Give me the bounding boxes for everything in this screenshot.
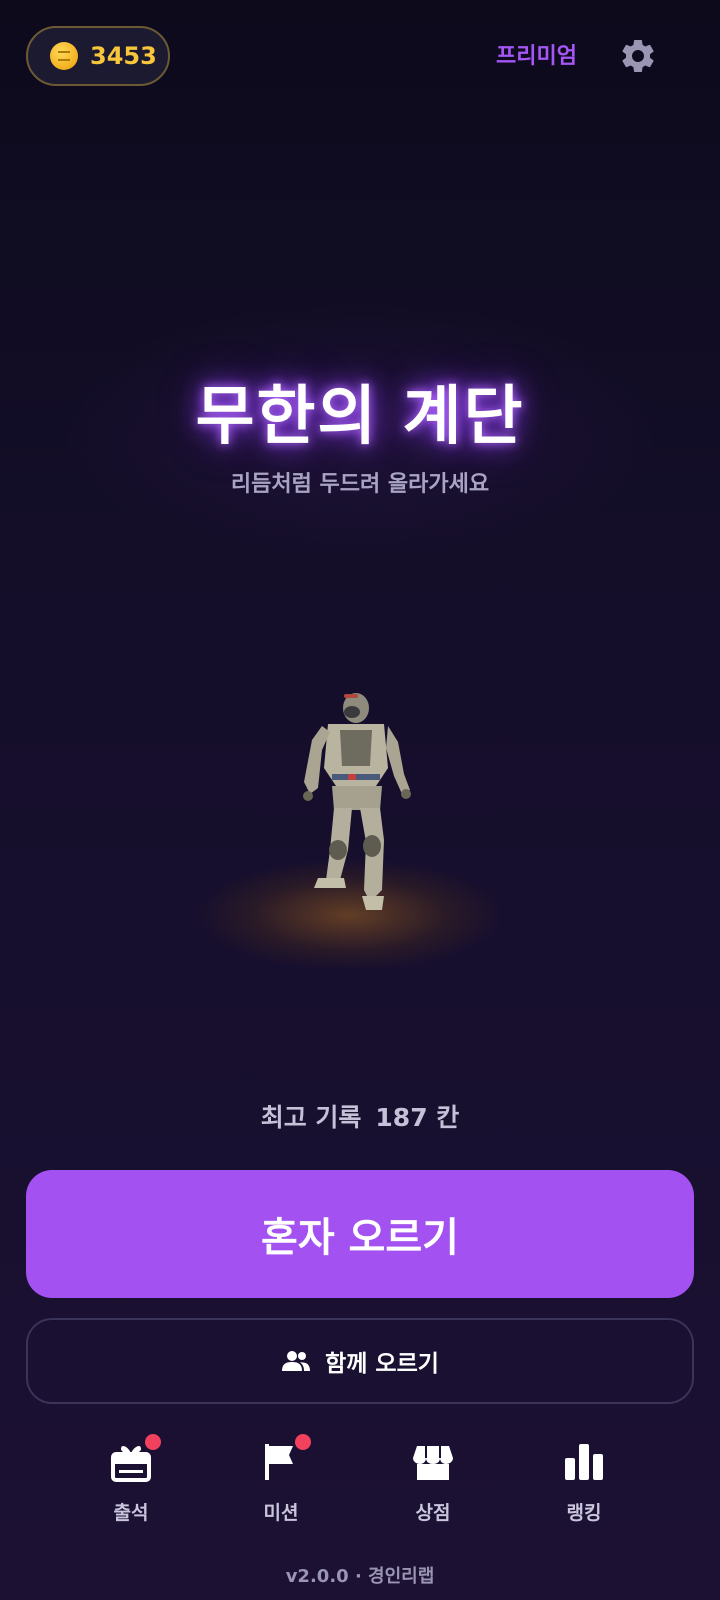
nav-item-label: 랭킹 xyxy=(566,1502,602,1524)
bottom-nav: 출석 미션 상점 랭킹 xyxy=(0,1434,720,1550)
best-record-value: 187 칸 xyxy=(375,1103,460,1132)
store-icon xyxy=(411,1440,455,1484)
people-icon xyxy=(282,1351,311,1371)
game-subtitle: 리듬처럼 두드려 올라가세요 xyxy=(230,472,490,497)
nav-item-ranking[interactable]: 랭킹 xyxy=(529,1440,639,1525)
premium-button[interactable]: 프리미엄 xyxy=(496,38,577,70)
gift-icon xyxy=(109,1434,161,1484)
coin-count: 3453 xyxy=(90,42,157,70)
notification-dot xyxy=(145,1434,161,1450)
bar-chart-icon xyxy=(562,1440,606,1484)
nav-item-label: 미션 xyxy=(263,1502,299,1524)
solo-play-label: 혼자 오르기 xyxy=(261,1215,459,1261)
multiplayer-button[interactable]: 함께 오르기 xyxy=(26,1318,694,1404)
nav-item-label: 출석 xyxy=(113,1502,149,1524)
multiplayer-label: 함께 오르기 xyxy=(325,1351,439,1377)
gear-icon[interactable] xyxy=(618,36,658,76)
coin-balance-badge[interactable]: 3453 xyxy=(26,26,170,86)
game-title: 무한의 계단 xyxy=(195,380,525,454)
nav-item-attendance[interactable]: 출석 xyxy=(76,1434,186,1525)
nav-item-missions[interactable]: 미션 xyxy=(226,1434,336,1525)
character-figure xyxy=(303,693,411,910)
solo-play-button[interactable]: 혼자 오르기 xyxy=(26,1170,694,1298)
nav-item-label: 상점 xyxy=(415,1502,451,1524)
version-footer: v2.0.0 · 경인리랩 xyxy=(285,1566,435,1587)
best-record: 최고 기록 187 칸 xyxy=(0,1098,720,1134)
best-record-label: 최고 기록 xyxy=(260,1103,362,1132)
flag-icon xyxy=(259,1434,311,1484)
notification-dot xyxy=(295,1434,311,1450)
coin-icon xyxy=(50,42,78,70)
nav-item-store[interactable]: 상점 xyxy=(378,1440,488,1525)
